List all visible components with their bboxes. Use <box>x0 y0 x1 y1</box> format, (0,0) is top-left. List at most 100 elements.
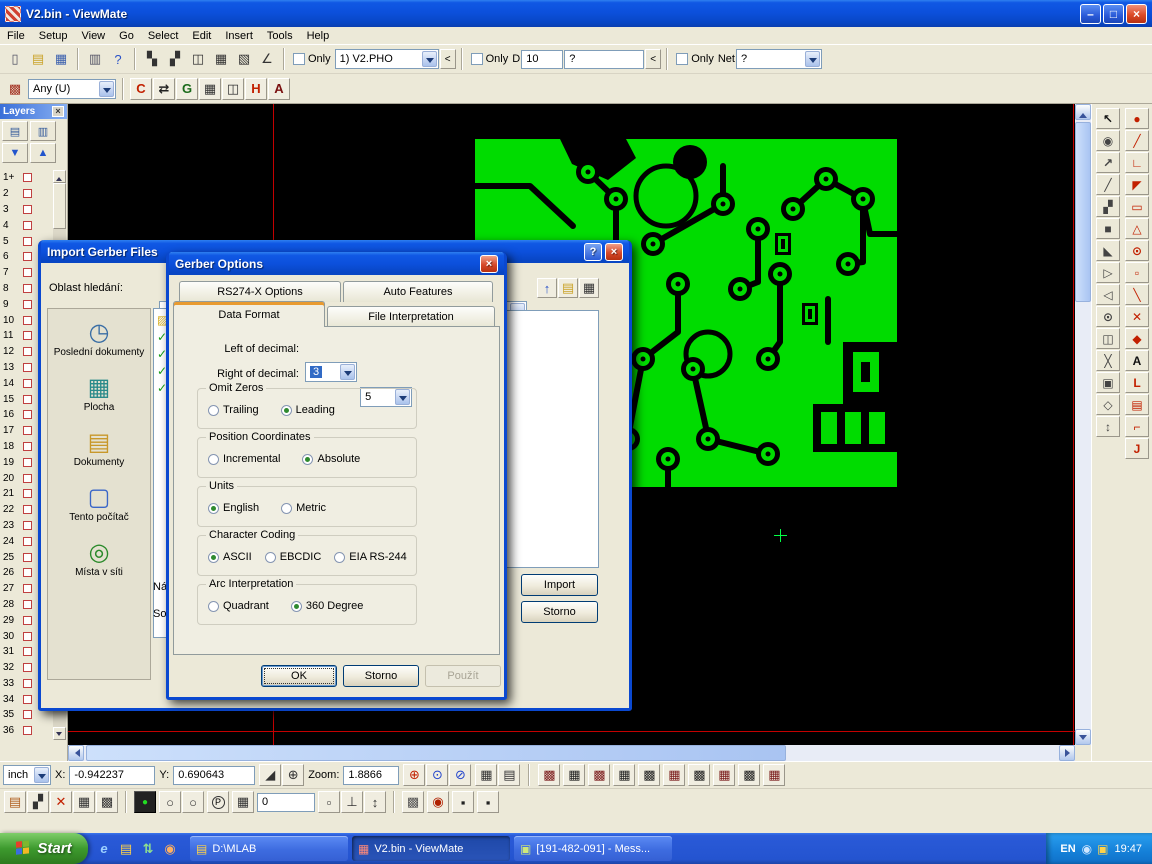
grid-toggle-icon[interactable]: ▦ <box>210 48 232 70</box>
layer-color-swatch[interactable] <box>23 426 32 435</box>
net-combo[interactable]: ? <box>736 49 822 69</box>
grid-table-button[interactable]: ▦ <box>232 791 254 813</box>
dcode-query-input[interactable]: ? <box>564 50 644 69</box>
triangle-icon[interactable]: △ <box>1125 218 1149 239</box>
dcode-input[interactable]: 10 <box>521 50 563 69</box>
menu-item[interactable]: View <box>74 29 112 43</box>
resize-icon[interactable]: ↕ <box>1096 416 1120 437</box>
vertical-scrollbar[interactable] <box>1075 104 1091 745</box>
grid-a-icon[interactable]: ▦ <box>73 791 95 813</box>
radio-icon[interactable] <box>265 552 276 563</box>
aperture-preview-icon[interactable]: ▩ <box>588 764 610 786</box>
online-status-button[interactable]: ● <box>134 791 156 813</box>
help-button[interactable]: ? <box>584 243 602 261</box>
grid-value-input[interactable]: 0 <box>257 793 315 812</box>
menu-item[interactable]: Go <box>112 29 141 43</box>
aperture-preview-icon[interactable]: ▩ <box>538 764 560 786</box>
gerber-dialog-close-button[interactable]: × <box>480 255 498 273</box>
taskbar-task-button[interactable]: ▦ V2.bin - ViewMate <box>352 836 510 861</box>
angle-icon[interactable]: ∟ <box>1125 152 1149 173</box>
cross-icon[interactable]: ✕ <box>1125 306 1149 327</box>
radio-option[interactable]: Absolute <box>302 453 360 465</box>
window-titlebar[interactable]: V2.bin - ViewMate – □ × <box>0 0 1152 27</box>
places-bar-item[interactable]: ◷ Poslední dokumenty <box>48 319 150 358</box>
layer-color-swatch[interactable] <box>23 300 32 309</box>
tab[interactable]: Data Format <box>173 301 325 327</box>
import-button[interactable]: Import <box>521 574 598 596</box>
combo-arrow-icon[interactable] <box>99 81 114 97</box>
tray-hide-icon[interactable]: ◉ <box>1082 842 1092 856</box>
menu-item[interactable]: Edit <box>185 29 218 43</box>
layer-color-swatch[interactable] <box>23 663 32 672</box>
gerber-dialog-titlebar[interactable]: Gerber Options × <box>169 252 504 275</box>
radio-option[interactable]: ASCII <box>208 551 252 563</box>
minimize-button[interactable]: – <box>1080 4 1101 24</box>
window-icon[interactable]: ◫ <box>1096 328 1120 349</box>
layer-color-swatch[interactable] <box>23 568 32 577</box>
only-layer-checkbox[interactable]: Only <box>293 53 331 65</box>
layer-color-swatch[interactable] <box>23 379 32 388</box>
backslash-icon[interactable]: ╲ <box>1125 284 1149 305</box>
left-decimal-combo[interactable]: 3 <box>305 362 357 382</box>
layer-color-swatch[interactable] <box>23 505 32 514</box>
radio-option[interactable]: Metric <box>281 502 326 514</box>
menu-item[interactable]: Help <box>300 29 337 43</box>
layer-color-swatch[interactable] <box>23 395 32 404</box>
zoom-in-icon[interactable]: ⊕ <box>403 764 425 786</box>
transfer-icon[interactable]: ⇅ <box>139 840 157 858</box>
text-a-icon[interactable]: A <box>1125 350 1149 371</box>
radio-option[interactable]: Quadrant <box>208 600 269 612</box>
layer-scroll-up-button[interactable] <box>53 170 66 183</box>
grid-minor-icon[interactable]: ▤ <box>498 764 520 786</box>
horizontal-scroll-thumb[interactable] <box>86 745 786 761</box>
pattern-icon[interactable]: ▧ <box>233 48 255 70</box>
radio-icon[interactable] <box>208 552 219 563</box>
combo-arrow-icon[interactable] <box>422 51 437 67</box>
maximize-button[interactable]: □ <box>1103 4 1124 24</box>
selection-filter-combo[interactable]: Any (U) <box>28 79 116 99</box>
red-dot-icon[interactable]: ● <box>1125 108 1149 129</box>
grid-snap-icon[interactable]: ▦ <box>199 78 221 100</box>
layer-color-swatch[interactable] <box>23 474 32 483</box>
corner-icon[interactable]: ◣ <box>1096 240 1120 261</box>
radio-option[interactable]: EBCDIC <box>265 551 322 563</box>
diagonal-icon[interactable]: ▞ <box>27 791 49 813</box>
aperture-preview-icon[interactable]: ▦ <box>663 764 685 786</box>
components-c-icon[interactable]: C <box>130 78 152 100</box>
layer-color-swatch[interactable] <box>23 537 32 546</box>
dots-grid-icon[interactable]: ▫ <box>318 791 340 813</box>
layer-row[interactable]: 36 <box>0 723 53 739</box>
layer-row[interactable]: 1+ <box>0 170 53 186</box>
layer-color-swatch[interactable] <box>23 316 32 325</box>
menu-item[interactable]: Tools <box>260 29 300 43</box>
radio-option[interactable]: 360 Degree <box>291 600 364 612</box>
open-file-icon[interactable]: ▤ <box>27 48 49 70</box>
rect-icon[interactable]: ▭ <box>1125 196 1149 217</box>
layer-color-swatch[interactable] <box>23 458 32 467</box>
gerber-g-icon[interactable]: G <box>176 78 198 100</box>
aperture-preview-icon[interactable]: ▦ <box>613 764 635 786</box>
combo-arrow-icon[interactable] <box>805 51 820 67</box>
aperture-preview-icon[interactable]: ▩ <box>738 764 760 786</box>
grid-b-icon[interactable]: ▩ <box>96 791 118 813</box>
layer-color-swatch[interactable] <box>23 347 32 356</box>
radio-icon[interactable] <box>281 405 292 416</box>
radio-icon[interactable] <box>334 552 345 563</box>
browser-icon[interactable]: ◉ <box>161 840 179 858</box>
only-net-checkbox[interactable]: Only <box>676 53 714 65</box>
circle-red-icon[interactable]: ⊙ <box>1125 240 1149 261</box>
aperture-preview-icon[interactable]: ▦ <box>763 764 785 786</box>
new-file-icon[interactable]: ▯ <box>4 48 26 70</box>
line-icon[interactable]: ╱ <box>1096 174 1120 195</box>
layer-color-swatch[interactable] <box>23 616 32 625</box>
zoom-window-icon[interactable]: ⊙ <box>426 764 448 786</box>
places-bar-item[interactable]: ◎ Místa v síti <box>48 539 150 578</box>
filled-square-icon[interactable]: ■ <box>1096 218 1120 239</box>
grid-major-icon[interactable]: ▦ <box>475 764 497 786</box>
radio-icon[interactable] <box>281 503 292 514</box>
select-pointer-icon[interactable]: ↖ <box>1096 108 1120 129</box>
fill-icon[interactable]: ▣ <box>1096 372 1120 393</box>
lamp-on-icon[interactable]: ○ <box>159 791 181 813</box>
layer-color-swatch[interactable] <box>23 221 32 230</box>
layer-color-swatch[interactable] <box>23 695 32 704</box>
